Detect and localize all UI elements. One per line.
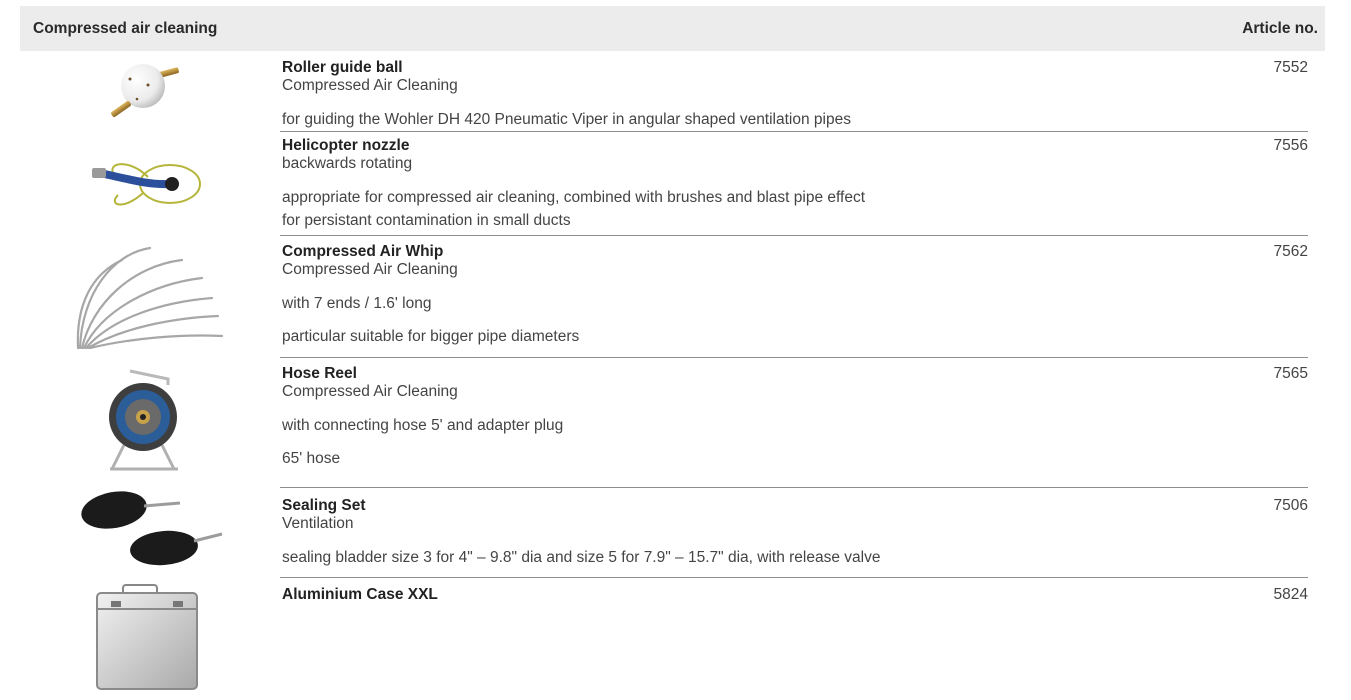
product-subtitle: Compressed Air Cleaning [282, 77, 458, 94]
air-whip-image [76, 246, 224, 350]
product-row: Compressed Air Whip Compressed Air Clean… [280, 235, 1308, 358]
article-number: 7552 [1273, 59, 1308, 76]
category-title: Compressed air cleaning [33, 19, 218, 37]
product-description: sealing bladder size 3 for 4" – 9.8" dia… [282, 549, 881, 566]
product-row: Hose Reel Compressed Air Cleaning with c… [280, 357, 1308, 488]
article-number: 7556 [1273, 137, 1308, 154]
product-row: Sealing Set Ventilation sealing bladder … [280, 487, 1308, 578]
product-description: with 7 ends / 1.6' long [282, 295, 432, 312]
product-description: particular suitable for bigger pipe diam… [282, 328, 580, 345]
table-header: Compressed air cleaning Article no. [20, 6, 1325, 51]
product-subtitle: backwards rotating [282, 155, 413, 172]
sealing-set-image [81, 491, 223, 566]
helicopter-nozzle-image [92, 163, 201, 206]
product-title: Roller guide ball [282, 59, 403, 76]
product-description: for persistant contamination in small du… [282, 212, 571, 229]
product-row: Aluminium Case XXL 5824 [280, 577, 1308, 698]
product-title: Hose Reel [282, 365, 357, 382]
article-number: 7506 [1273, 497, 1308, 514]
product-title: Aluminium Case XXL [282, 586, 438, 603]
product-description: for guiding the Wohler DH 420 Pneumatic … [282, 111, 851, 128]
product-subtitle: Ventilation [282, 515, 354, 532]
product-subtitle: Compressed Air Cleaning [282, 383, 458, 400]
roller-guide-ball-image [111, 64, 179, 117]
product-description: with connecting hose 5' and adapter plug [282, 417, 564, 434]
product-subtitle: Compressed Air Cleaning [282, 261, 458, 278]
product-row: Helicopter nozzle backwards rotating app… [280, 131, 1308, 236]
product-title: Compressed Air Whip [282, 243, 444, 260]
article-number: 5824 [1273, 586, 1308, 603]
article-number-heading: Article no. [1242, 19, 1318, 37]
article-number: 7562 [1273, 243, 1308, 260]
product-title: Helicopter nozzle [282, 137, 410, 154]
article-number: 7565 [1273, 365, 1308, 382]
aluminium-case-image [96, 584, 198, 690]
product-title: Sealing Set [282, 497, 366, 514]
hose-reel-image [109, 369, 178, 471]
product-description: 65' hose [282, 450, 341, 467]
product-row: Roller guide ball Compressed Air Cleanin… [280, 51, 1308, 131]
product-description: appropriate for compressed air cleaning,… [282, 189, 866, 206]
